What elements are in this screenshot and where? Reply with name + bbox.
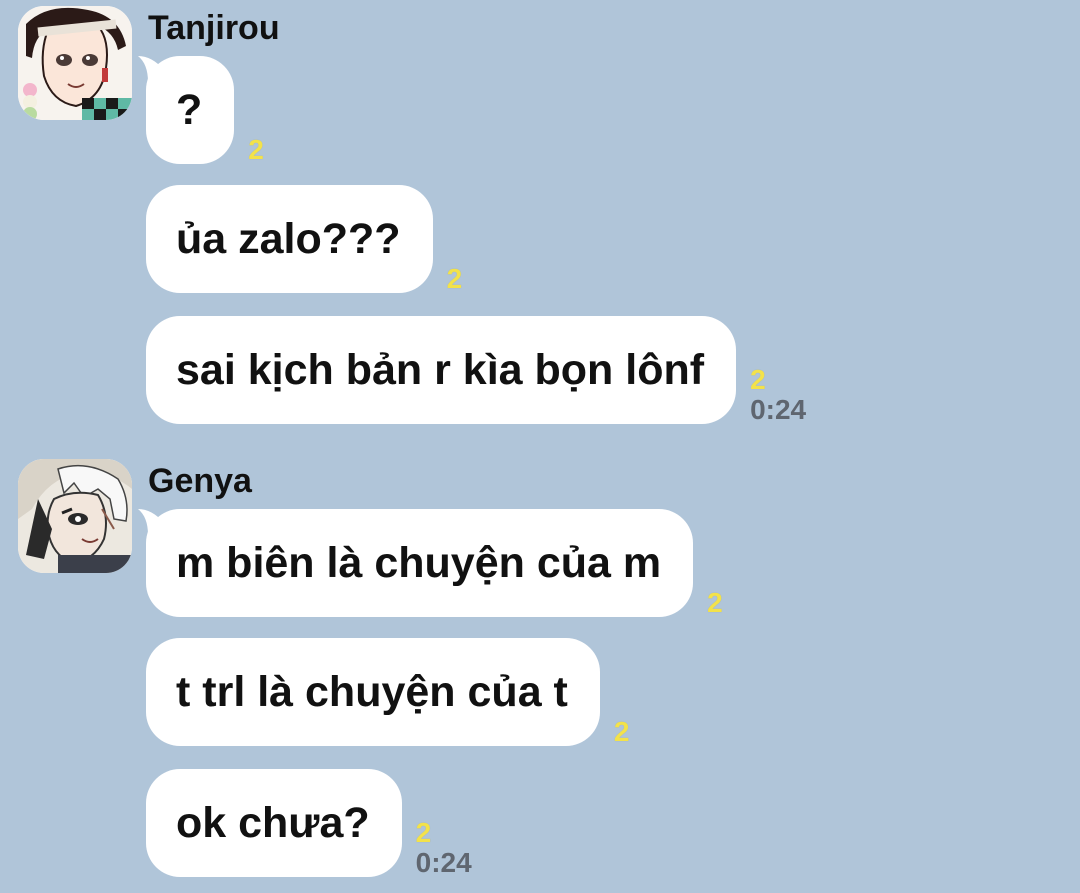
message-text: m biên là chuyện của m xyxy=(176,538,662,587)
message-text: t trl là chuyện của t xyxy=(176,667,568,716)
message-bubble[interactable]: ? xyxy=(138,56,235,164)
message-text: sai kịch bản r kìa bọn lônf xyxy=(176,345,705,394)
avatar-image xyxy=(18,459,132,573)
message-text: ok chưa? xyxy=(176,798,370,847)
message-row: ủa zalo??? 2 xyxy=(146,185,462,293)
tanjirou-avatar[interactable] xyxy=(18,6,132,120)
message-meta: 2 0:24 xyxy=(750,366,806,424)
message-bubble[interactable]: ok chưa? xyxy=(146,769,402,877)
sender-name: Tanjirou xyxy=(148,9,280,47)
message-row: t trl là chuyện của t 2 xyxy=(146,638,629,746)
bubble-tail xyxy=(138,509,164,535)
read-receipt-count: 2 xyxy=(446,263,463,294)
avatar-image xyxy=(18,6,132,120)
message-bubble[interactable]: sai kịch bản r kìa bọn lônf xyxy=(146,316,737,424)
message-text: ủa zalo??? xyxy=(176,214,401,263)
message-timestamp: 0:24 xyxy=(750,394,807,425)
message-bubble[interactable]: t trl là chuyện của t xyxy=(146,638,600,746)
message-row: ok chưa? 2 0:24 xyxy=(146,769,472,877)
message-text: ? xyxy=(176,85,203,134)
message-bubble[interactable]: ủa zalo??? xyxy=(146,185,433,293)
message-bubble[interactable]: m biên là chuyện của m xyxy=(138,509,694,617)
message-row: m biên là chuyện của m 2 xyxy=(138,509,723,617)
read-receipt-count: 2 xyxy=(248,134,264,165)
message-row: sai kịch bản r kìa bọn lônf 2 0:24 xyxy=(146,316,806,424)
read-receipt-count: 2 xyxy=(707,587,723,618)
sender-name: Genya xyxy=(148,462,252,500)
chat-window[interactable]: Tanjirou ? 2 ủa zalo??? 2 sai kịch bản r… xyxy=(0,0,1080,893)
message-meta: 2 xyxy=(248,136,264,164)
message-meta: 2 0:24 xyxy=(416,819,472,877)
genya-avatar[interactable] xyxy=(18,459,132,573)
read-receipt-count: 2 xyxy=(750,364,766,395)
message-meta: 2 xyxy=(614,718,630,746)
message-timestamp: 0:24 xyxy=(415,847,472,878)
read-receipt-count: 2 xyxy=(613,716,630,747)
read-receipt-count: 2 xyxy=(415,817,432,848)
message-meta: 2 xyxy=(707,589,723,617)
bubble-tail xyxy=(138,56,164,82)
message-meta: 2 xyxy=(447,265,463,293)
message-row: ? 2 xyxy=(138,56,264,164)
